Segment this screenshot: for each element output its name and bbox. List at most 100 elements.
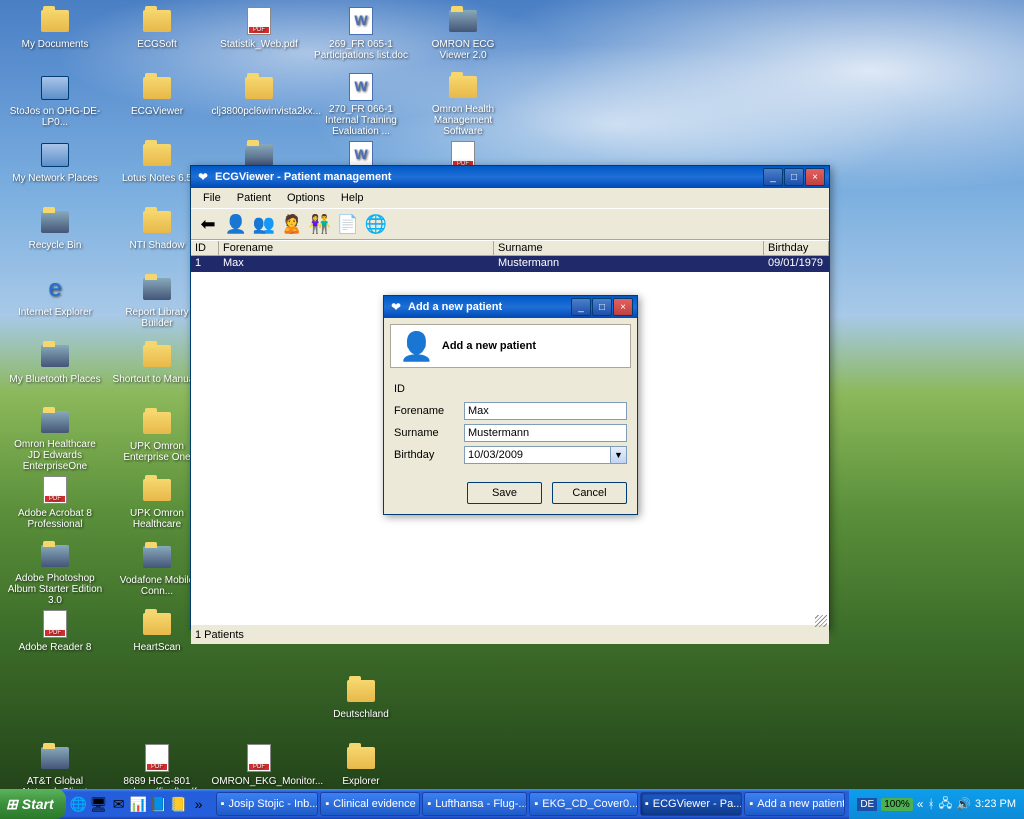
dialog-close-button[interactable]: ×	[613, 298, 633, 316]
desktop-item[interactable]: clj3800pcl6winvista2kx...	[209, 72, 309, 137]
desktop-item[interactable]: Adobe Photoshop Album Starter Edition 3.…	[5, 541, 105, 606]
toolbar-delete-user-icon[interactable]: 🙎	[279, 211, 305, 237]
pdf-icon	[39, 608, 71, 640]
ql-expand-icon[interactable]: »	[190, 795, 208, 813]
desktop-item[interactable]: Omron Health Management Software	[413, 72, 513, 137]
bluetooth-icon[interactable]: ᚼ	[927, 797, 934, 811]
save-button[interactable]: Save	[467, 482, 542, 504]
dropdown-icon[interactable]: ▼	[610, 447, 626, 463]
cancel-button[interactable]: Cancel	[552, 482, 627, 504]
desktop[interactable]: My DocumentsECGSoftStatistik_Web.pdf269_…	[0, 0, 1024, 789]
taskbar-item[interactable]: ▪Lufthansa - Flug-...	[422, 792, 527, 816]
dialog-maximize-button[interactable]: □	[592, 298, 612, 316]
language-indicator[interactable]: DE	[857, 798, 877, 811]
dialog-titlebar[interactable]: ❤ Add a new patient _ □ ×	[384, 296, 637, 318]
desktop-item[interactable]: StoJos on OHG-DE-LP0...	[5, 72, 105, 137]
network-icon[interactable]: 🖧	[939, 794, 952, 815]
word-icon[interactable]: 📘	[150, 795, 168, 813]
taskbar-item[interactable]: ▪Josip Stojic - Inb...	[216, 792, 319, 816]
pdf-icon	[243, 5, 275, 37]
desktop-item[interactable]: My Network Places	[5, 139, 105, 204]
desktop-item-label: My Network Places	[12, 173, 98, 184]
dialog-icon: ❤	[388, 299, 404, 315]
close-button[interactable]: ×	[805, 168, 825, 186]
menu-file[interactable]: File	[195, 190, 229, 206]
outlook-icon[interactable]: ✉	[110, 795, 128, 813]
volume-icon[interactable]: 🔊	[956, 797, 971, 811]
toolbar-back-icon[interactable]: ⬅	[195, 211, 221, 237]
col-surname[interactable]: Surname	[494, 241, 764, 255]
desktop-item[interactable]: 270_FR 066-1 Internal Training Evaluatio…	[311, 72, 411, 137]
toolbar-edit-user-icon[interactable]: 👥	[251, 211, 277, 237]
ie-icon[interactable]: 🌐	[70, 795, 88, 813]
tray-expand-icon[interactable]: «	[917, 797, 924, 811]
menu-help[interactable]: Help	[333, 190, 372, 206]
desktop-item-label: 270_FR 066-1 Internal Training Evaluatio…	[314, 104, 409, 137]
desktop-item-label: Omron Health Management Software	[416, 104, 511, 137]
desktop-item[interactable]: OMRON_EKG_Monitor...	[209, 742, 309, 789]
birthday-combo[interactable]: 10/03/2009 ▼	[464, 446, 627, 464]
desktop-item[interactable]: OMRON ECG Viewer 2.0	[413, 5, 513, 70]
toolbar-globe-icon[interactable]: 🌐	[363, 211, 389, 237]
start-label: Start	[22, 796, 54, 812]
desktop-item[interactable]: Adobe Reader 8	[5, 608, 105, 673]
folder-icon	[141, 407, 173, 439]
menu-patient[interactable]: Patient	[229, 190, 279, 206]
resize-grip[interactable]	[815, 615, 827, 627]
desktop-item[interactable]: 269_FR 065-1 Participations list.doc	[311, 5, 411, 70]
taskbar-item[interactable]: ▪Clinical evidence	[320, 792, 420, 816]
doc-icon	[345, 72, 377, 102]
desktop-item[interactable]: ECGViewer	[107, 72, 207, 137]
desktop-item-label: Recycle Bin	[29, 240, 82, 251]
taskbar-item[interactable]: ▪Add a new patient	[744, 792, 845, 816]
desktop-item[interactable]: ECGSoft	[107, 5, 207, 70]
desktop-item[interactable]: Deutschland	[311, 675, 411, 740]
excel-icon[interactable]: 📊	[130, 795, 148, 813]
pdf-icon	[39, 474, 71, 506]
clock[interactable]: 3:23 PM	[975, 798, 1016, 810]
desktop-item[interactable]: Statistik_Web.pdf	[209, 5, 309, 70]
desktop-item[interactable]: 8689 HCG-801 package(final).pdf	[107, 742, 207, 789]
desktop-item-label: StoJos on OHG-DE-LP0...	[8, 106, 103, 128]
folder-icon	[141, 72, 173, 104]
app-icon	[447, 5, 479, 37]
toolbar-new-icon[interactable]: 📄	[335, 211, 361, 237]
desktop-item[interactable]: Recycle Bin	[5, 206, 105, 271]
taskbar-item[interactable]: ▪EKG_CD_Cover0...	[529, 792, 637, 816]
desktop-item[interactable]: Explorer	[311, 742, 411, 789]
quick-launch: 🌐 🖥 ✉ 📊 📘 📒 »	[66, 795, 212, 813]
folder-icon	[141, 5, 173, 37]
dialog-buttons: Save Cancel	[384, 470, 637, 514]
dialog-minimize-button[interactable]: _	[571, 298, 591, 316]
desktop-item[interactable]: Adobe Acrobat 8 Professional	[5, 474, 105, 539]
cell-birthday: 09/01/1979	[764, 256, 829, 272]
toolbar-user-group-icon[interactable]: 👫	[307, 211, 333, 237]
desktop-item-label: 269_FR 065-1 Participations list.doc	[314, 39, 409, 61]
col-id[interactable]: ID	[191, 241, 219, 255]
statusbar: 1 Patients	[191, 624, 829, 644]
forename-input[interactable]	[464, 402, 627, 420]
col-birthday[interactable]: Birthday	[764, 241, 829, 255]
desktop-item[interactable]: eInternet Explorer	[5, 273, 105, 338]
table-row[interactable]: 1 Max Mustermann 09/01/1979	[191, 256, 829, 272]
col-forename[interactable]: Forename	[219, 241, 494, 255]
toolbar-add-user-icon[interactable]: 👤	[223, 211, 249, 237]
notes-icon[interactable]: 📒	[170, 795, 188, 813]
surname-input[interactable]	[464, 424, 627, 442]
add-patient-dialog[interactable]: ❤ Add a new patient _ □ × 👤 Add a new pa…	[383, 295, 638, 515]
minimize-button[interactable]: _	[763, 168, 783, 186]
maximize-button[interactable]: □	[784, 168, 804, 186]
start-button[interactable]: ⊞ Start	[0, 789, 66, 819]
menu-options[interactable]: Options	[279, 190, 333, 206]
taskbar-item[interactable]: ▪ECGViewer - Pa...	[640, 792, 743, 816]
desktop-item[interactable]: AT&T Global Network Client	[5, 742, 105, 789]
desktop-item[interactable]: Omron Healthcare JD Edwards EnterpriseOn…	[5, 407, 105, 472]
form-area: ID Forename Surname Birthday 10/03/2009 …	[384, 374, 637, 470]
desktop-item[interactable]: My Documents	[5, 5, 105, 70]
desktop-item[interactable]: My Bluetooth Places	[5, 340, 105, 405]
system-tray[interactable]: DE 100% « ᚼ 🖧 🔊 3:23 PM	[849, 789, 1024, 819]
desktop-icon[interactable]: 🖥	[90, 795, 108, 813]
cell-forename: Max	[219, 256, 494, 272]
battery-indicator[interactable]: 100%	[881, 798, 913, 811]
titlebar[interactable]: ❤ ECGViewer - Patient management _ □ ×	[191, 166, 829, 188]
